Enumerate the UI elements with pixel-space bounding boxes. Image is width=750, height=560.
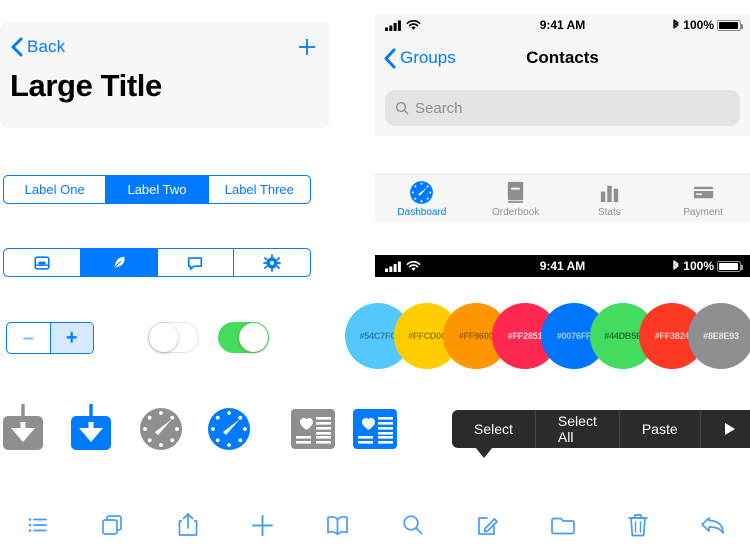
nav-row: Back [10, 32, 318, 62]
tab-payment[interactable]: Payment [656, 175, 750, 218]
search-icon[interactable] [375, 512, 450, 538]
toggle-knob [149, 323, 178, 352]
feather-icon [110, 254, 128, 272]
stepper-minus-button[interactable]: – [7, 323, 51, 353]
bookmark-book-icon[interactable] [300, 513, 375, 538]
status-bar-light: 9:41 AM 100% [375, 14, 750, 36]
stepper-plus-button[interactable]: + [50, 323, 93, 353]
tab-stats[interactable]: Stats [563, 175, 657, 218]
copy-icon[interactable] [75, 512, 150, 539]
tab-label: Orderbook [492, 207, 540, 218]
status-bar-dark: 9:41 AM 100% [375, 255, 750, 277]
menu-item-select-all[interactable]: Select All [536, 410, 620, 448]
dashboard-gauge-icon-blue[interactable] [206, 406, 252, 452]
speech-bubble-icon [186, 254, 204, 272]
chevron-left-icon [383, 48, 396, 69]
bar-chart-icon [597, 180, 622, 205]
context-menu: Select Select All Paste [452, 410, 750, 458]
stepper[interactable]: – + [6, 322, 94, 354]
back-button-label: Back [27, 37, 66, 56]
segment-label-three[interactable]: Label Three [209, 176, 310, 203]
large-title-nav-card: Back Large Title [0, 22, 330, 128]
toggle-knob [239, 323, 268, 352]
list-icon[interactable] [0, 512, 75, 538]
chevron-left-icon [10, 37, 23, 57]
folder-icon[interactable] [525, 513, 600, 537]
reply-icon[interactable] [675, 513, 750, 537]
credit-card-icon [691, 180, 716, 205]
status-right-group: 100% [672, 259, 743, 273]
segmented-control-text[interactable]: Label One Label Two Label Three [3, 175, 311, 204]
plus-icon[interactable] [296, 36, 318, 58]
news-favorites-icon-blue[interactable] [352, 406, 398, 452]
battery-percent-label: 100% [683, 259, 714, 273]
segment-tray[interactable] [4, 249, 81, 276]
bottom-toolbar [0, 495, 750, 555]
download-icon-gray[interactable] [0, 404, 46, 450]
bluetooth-icon [672, 260, 680, 272]
battery-icon [717, 19, 743, 31]
segment-label-two[interactable]: Label Two [106, 176, 209, 203]
bluetooth-icon [672, 19, 680, 31]
plus-icon[interactable] [225, 512, 300, 539]
toggle-switch-on[interactable] [218, 322, 269, 353]
menu-item-select[interactable]: Select [452, 410, 536, 448]
status-right-group: 100% [672, 18, 743, 32]
triangle-right-icon [723, 422, 736, 436]
menu-more-button[interactable] [701, 410, 750, 448]
battery-percent-label: 100% [683, 18, 714, 32]
book-icon [503, 180, 528, 205]
page-title: Large Title [10, 68, 162, 103]
back-button[interactable]: Back [10, 37, 65, 57]
back-button-label: Groups [400, 48, 456, 67]
tab-orderbook[interactable]: Orderbook [469, 175, 563, 218]
menu-pointer-arrow [475, 447, 493, 458]
color-swatch: #8E8E93 [688, 303, 750, 369]
trash-icon[interactable] [600, 511, 675, 539]
tab-bar: Dashboard Orderbook Stats Payment [375, 174, 750, 222]
dashboard-gauge-icon-gray[interactable] [138, 406, 184, 452]
segment-settings[interactable] [234, 249, 310, 276]
search-placeholder: Search [415, 99, 463, 117]
search-input[interactable]: Search [385, 90, 740, 126]
download-icon-blue[interactable] [68, 404, 114, 450]
toggle-switch-off[interactable] [148, 322, 199, 353]
search-icon [395, 101, 409, 115]
ios-nav-bar: Groups Contacts [375, 36, 750, 80]
news-favorites-icon-gray[interactable] [290, 406, 336, 452]
tray-icon [33, 254, 51, 272]
battery-icon [717, 260, 743, 272]
gear-icon [263, 253, 281, 272]
segment-chat[interactable] [158, 249, 235, 276]
segmented-control-icons[interactable] [3, 248, 311, 277]
back-button-groups[interactable]: Groups [383, 48, 456, 69]
search-bar-container: Search [375, 80, 750, 136]
segment-label-one[interactable]: Label One [4, 176, 107, 203]
compose-icon[interactable] [450, 512, 525, 539]
tab-dashboard[interactable]: Dashboard [375, 175, 469, 218]
color-swatch-row: #54C7FC #FFCD00 #FF9600 #FF2851 #0076FF … [345, 303, 750, 373]
screen-canvas: Back Large Title Label One Label Two Lab… [0, 0, 750, 560]
icon-showcase-row [0, 400, 420, 462]
segment-feather[interactable] [80, 249, 158, 276]
gauge-icon [409, 180, 434, 205]
share-icon[interactable] [150, 511, 225, 539]
tab-label: Payment [683, 207, 723, 218]
menu-item-paste[interactable]: Paste [620, 410, 701, 448]
tab-label: Stats [597, 207, 621, 218]
tab-label: Dashboard [397, 207, 447, 218]
